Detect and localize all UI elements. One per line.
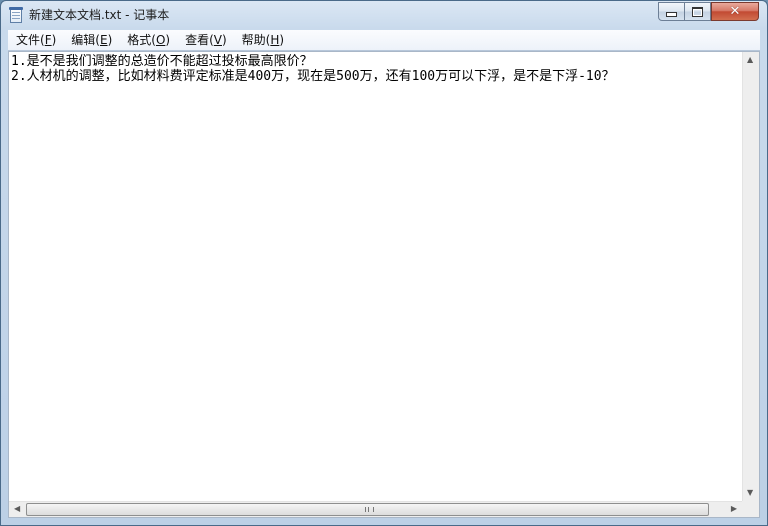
menu-format[interactable]: 格式(O)	[119, 31, 177, 50]
vertical-scrollbar[interactable]: ▲ ▼	[742, 52, 759, 501]
minimize-icon	[666, 12, 677, 17]
maximize-button[interactable]	[685, 2, 711, 21]
scroll-up-icon[interactable]: ▲	[747, 56, 753, 64]
menu-file[interactable]: 文件(F)	[8, 31, 63, 50]
caption-buttons: ✕	[658, 2, 763, 22]
scroll-right-icon[interactable]: ▶	[731, 505, 737, 513]
menu-view[interactable]: 查看(V)	[177, 31, 234, 50]
horizontal-scroll-thumb[interactable]	[26, 503, 709, 516]
menu-edit[interactable]: 编辑(E)	[63, 31, 119, 50]
text-content[interactable]: 1.是不是我们调整的总造价不能超过投标最高限价？ 2.人材机的调整，比如材料费评定…	[11, 54, 741, 498]
text-line[interactable]: 1.是不是我们调整的总造价不能超过投标最高限价？	[11, 54, 741, 69]
scroll-down-icon[interactable]: ▼	[747, 489, 753, 497]
window-title: 新建文本文档.txt - 记事本	[29, 8, 170, 22]
close-button[interactable]: ✕	[711, 2, 759, 21]
notepad-window: 新建文本文档.txt - 记事本 ✕ 文件(F) 编辑(E) 格式(O) 查看(…	[0, 0, 768, 526]
minimize-button[interactable]	[658, 2, 685, 21]
title-bar[interactable]: 新建文本文档.txt - 记事本 ✕	[1, 1, 767, 30]
scrollbar-corner	[742, 501, 759, 517]
menu-help[interactable]: 帮助(H)	[234, 31, 291, 50]
text-line[interactable]: 2.人材机的调整，比如材料费评定标准是400万，现在是500万，还有100万可以…	[11, 69, 741, 84]
notepad-icon[interactable]	[9, 7, 23, 23]
grip-icon	[364, 507, 374, 512]
window-bottom-frame[interactable]	[1, 518, 767, 525]
maximize-icon	[692, 6, 703, 17]
scroll-left-icon[interactable]: ◀	[14, 505, 20, 513]
close-icon: ✕	[729, 4, 741, 19]
menu-bar: 文件(F) 编辑(E) 格式(O) 查看(V) 帮助(H)	[8, 30, 760, 51]
text-editor[interactable]: 1.是不是我们调整的总造价不能超过投标最高限价？ 2.人材机的调整，比如材料费评定…	[8, 51, 760, 518]
horizontal-scrollbar[interactable]: ◀ ▶	[9, 501, 742, 517]
